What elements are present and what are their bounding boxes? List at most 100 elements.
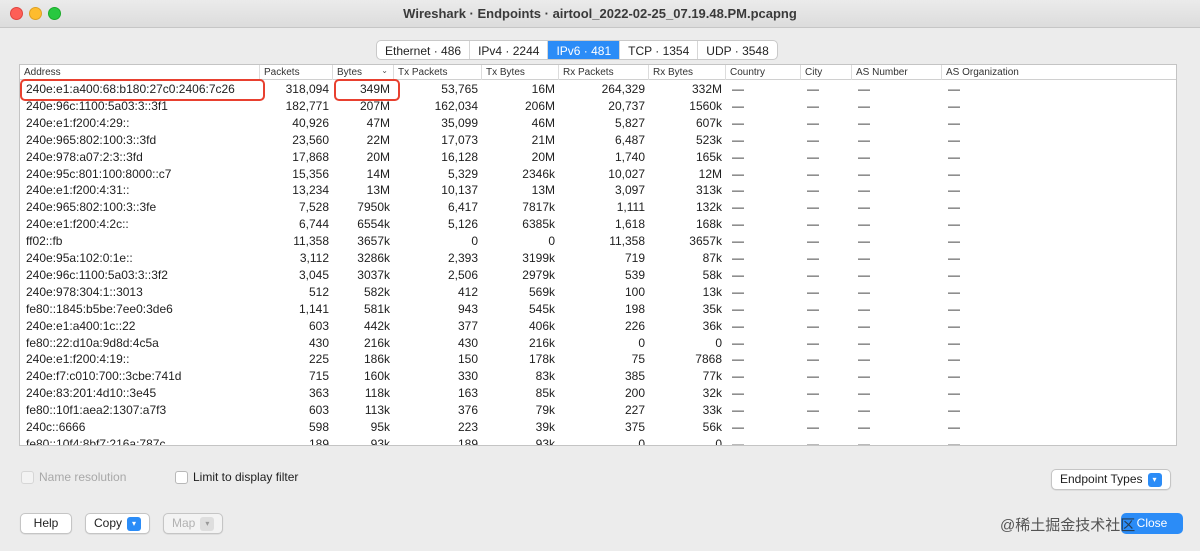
- cell-tx-packets: 330: [457, 369, 478, 384]
- cell-packets: 3,112: [299, 251, 329, 265]
- cell-packets: 318,094: [285, 82, 329, 96]
- table-row[interactable]: fe80::1845:b5be:7ee0:3de6 1,141 581k 943 545…: [20, 301, 1176, 318]
- table-row[interactable]: 240e:f7:c010:700::3cbe:741d 715 160k 330 83k…: [20, 368, 1176, 385]
- cell-bytes: 95k: [370, 420, 390, 434]
- table-row[interactable]: 240e:83:201:4d10::3e45 363 118k 163 85k 200 32…: [20, 385, 1176, 402]
- table-row[interactable]: fe80::22:d10a:9d8d:4c5a 430 216k 430 216k 0 0 —…: [20, 335, 1176, 352]
- help-button[interactable]: Help: [20, 513, 72, 534]
- tab-ipv6[interactable]: IPv6 · 481: [548, 41, 621, 59]
- cell-rx-packets: 3,097: [614, 183, 645, 198]
- cell-rx-bytes: 313k: [695, 183, 722, 198]
- cell-city: —: [807, 183, 819, 198]
- map-button[interactable]: Map ▾: [163, 513, 224, 534]
- limit-filter-checkbox[interactable]: [175, 470, 188, 484]
- table-row[interactable]: ff02::fb 11,358 3657k 0 0 11,358 3657k — — — —: [20, 233, 1176, 250]
- cell-bytes: 3037k: [357, 267, 390, 282]
- cell-packets: 7,528: [298, 200, 329, 215]
- column-header-tx-bytes[interactable]: Tx Bytes: [482, 65, 559, 80]
- cell-rx-bytes: 32k: [702, 386, 722, 401]
- cell-address: 240e:e1:f200:4:29::: [26, 115, 130, 130]
- cell-tx-packets: 2,506: [447, 267, 478, 282]
- cell-address: 240e:e1:f200:4:31::: [26, 183, 130, 198]
- table-row[interactable]: fe80::10f1:aea2:1307:a7f3 603 113k 376 79k 22…: [20, 402, 1176, 419]
- endpoints-table[interactable]: Address Packets Bytes ⌄ Tx Packets Tx Bytes Rx…: [19, 64, 1177, 446]
- cell-country: —: [732, 403, 744, 418]
- cell-rx-packets: 385: [624, 369, 645, 384]
- cell-rx-bytes: 523k: [695, 132, 722, 147]
- cell-as-number: —: [858, 149, 870, 164]
- cell-tx-bytes: 178k: [528, 352, 555, 367]
- cell-packets: 13,234: [292, 183, 329, 198]
- cell-tx-packets: 412: [457, 284, 478, 299]
- cell-as-organization: —: [948, 284, 960, 299]
- copy-button[interactable]: Copy ▾: [85, 513, 151, 534]
- cell-tx-bytes: 83k: [535, 369, 555, 384]
- cell-bytes: 93k: [370, 436, 390, 446]
- cell-address: ff02::fb: [26, 234, 63, 249]
- cell-as-organization: —: [948, 267, 960, 282]
- column-header-country[interactable]: Country: [726, 65, 801, 80]
- cell-address: 240e:e1:a400:1c::22: [26, 318, 136, 333]
- table-row[interactable]: 240e:e1:f200:4:19:: 225 186k 150 178k 75 7868 —…: [20, 351, 1176, 368]
- column-header-tx-packets[interactable]: Tx Packets: [394, 65, 482, 80]
- cell-tx-bytes: 406k: [528, 318, 555, 333]
- column-header-city[interactable]: City: [801, 65, 852, 80]
- table-row[interactable]: 240e:978:304:1::3013 512 582k 412 569k 100 13k…: [20, 284, 1176, 301]
- column-header-bytes[interactable]: Bytes ⌄: [333, 65, 394, 80]
- cell-country: —: [732, 217, 744, 232]
- cell-tx-bytes: 39k: [535, 420, 555, 434]
- table-row[interactable]: 240e:965:802:100:3::3fe 7,528 7950k 6,417 78…: [20, 199, 1176, 216]
- table-row[interactable]: 240e:e1:a400:68:b180:27c0:2406:7c26 318,0…: [20, 81, 1176, 98]
- cell-as-number: —: [858, 115, 870, 130]
- cell-as-organization: —: [948, 386, 960, 401]
- cell-as-number: —: [858, 166, 870, 181]
- cell-address: fe80::10f1:aea2:1307:a7f3: [26, 403, 167, 418]
- cell-as-number: —: [858, 318, 870, 333]
- cell-rx-packets: 0: [638, 436, 645, 446]
- cell-as-number: —: [858, 369, 870, 384]
- cell-address: 240e:e1:f200:4:2c::: [26, 217, 129, 232]
- tab-ipv4[interactable]: IPv4 · 2244: [470, 41, 549, 59]
- endpoint-types-button[interactable]: Endpoint Types ▾: [1051, 469, 1171, 490]
- cell-as-number: —: [858, 217, 870, 232]
- table-row[interactable]: 240e:95c:801:100:8000::c7 15,356 14M 5,329 2…: [20, 166, 1176, 183]
- cell-as-organization: —: [948, 420, 960, 434]
- table-row[interactable]: fe80::10f4:8bf7:216a:787c 189 93k 189 93k 0 0 —…: [20, 436, 1176, 446]
- table-row[interactable]: 240e:978:a07:2:3::3fd 17,868 20M 16,128 20M 1…: [20, 149, 1176, 166]
- tab-udp[interactable]: UDP · 3548: [698, 41, 776, 59]
- table-row[interactable]: 240e:e1:f200:4:2c:: 6,744 6554k 5,126 6385k 1…: [20, 216, 1176, 233]
- cell-address: 240e:83:201:4d10::3e45: [26, 386, 157, 401]
- cell-bytes: 22M: [366, 132, 390, 147]
- table-row[interactable]: 240e:e1:f200:4:31:: 13,234 13M 10,137 13M 3,0…: [20, 182, 1176, 199]
- cell-bytes: 3657k: [357, 234, 390, 249]
- cell-tx-packets: 376: [457, 403, 478, 418]
- tab-ethernet[interactable]: Ethernet · 486: [377, 41, 471, 59]
- cell-rx-packets: 0: [638, 335, 645, 350]
- column-header-address[interactable]: Address: [20, 65, 260, 80]
- name-resolution-checkbox[interactable]: [21, 470, 34, 484]
- table-row[interactable]: 240e:965:802:100:3::3fd 23,560 22M 17,073 21…: [20, 132, 1176, 149]
- column-header-as-organization[interactable]: AS Organization: [942, 65, 1176, 80]
- cell-packets: 598: [308, 420, 329, 434]
- table-row[interactable]: 240c::6666 598 95k 223 39k 375 56k — — — —: [20, 419, 1176, 436]
- watermark: @稀土掘金技术社区: [1000, 517, 1136, 534]
- cell-city: —: [807, 82, 819, 96]
- table-row[interactable]: 240e:96c:1100:5a03:3::3f1 182,771 207M 162,…: [20, 98, 1176, 115]
- cell-country: —: [732, 335, 744, 350]
- table-row[interactable]: 240e:95a:102:0:1e:: 3,112 3286k 2,393 3199k 7…: [20, 250, 1176, 267]
- column-header-packets[interactable]: Packets: [260, 65, 333, 80]
- column-header-as-number[interactable]: AS Number: [852, 65, 942, 80]
- cell-packets: 225: [308, 352, 329, 367]
- column-header-rx-bytes[interactable]: Rx Bytes: [649, 65, 726, 80]
- cell-rx-packets: 10,027: [608, 166, 645, 181]
- cell-tx-packets: 150: [457, 352, 478, 367]
- cell-rx-packets: 1,740: [614, 149, 645, 164]
- table-row[interactable]: 240e:96c:1100:5a03:3::3f2 3,045 3037k 2,506…: [20, 267, 1176, 284]
- cell-as-organization: —: [948, 115, 960, 130]
- table-row[interactable]: 240e:e1:a400:1c::22 603 442k 377 406k 226 36k —…: [20, 318, 1176, 335]
- cell-tx-bytes: 85k: [535, 386, 555, 401]
- table-row[interactable]: 240e:e1:f200:4:29:: 40,926 47M 35,099 46M 5,8…: [20, 115, 1176, 132]
- cell-rx-bytes: 33k: [702, 403, 722, 418]
- column-header-rx-packets[interactable]: Rx Packets: [559, 65, 649, 80]
- tab-tcp[interactable]: TCP · 1354: [620, 41, 699, 59]
